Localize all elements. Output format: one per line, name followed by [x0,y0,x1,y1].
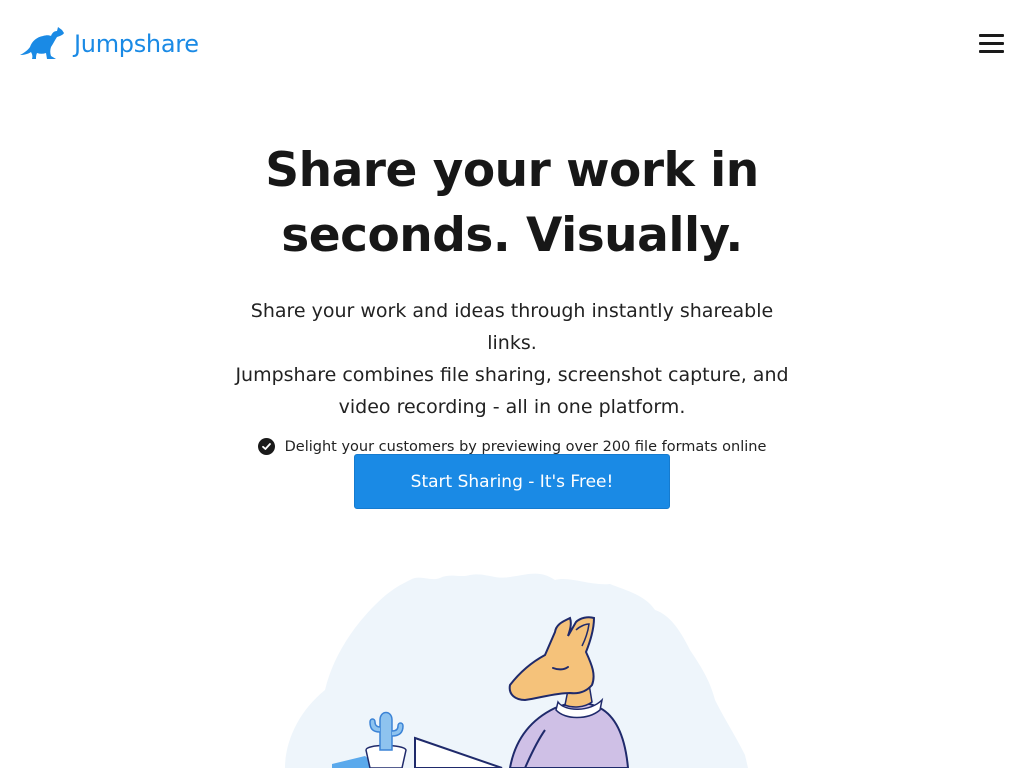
kangaroo-illustration [285,573,748,768]
hero-title: Share your work in seconds. Visually. [232,138,792,268]
check-circle-icon [257,438,275,455]
brand-name: Jumpshare [74,30,199,58]
hero-subtitle-line-2: Jumpshare combines file sharing, screens… [235,364,789,386]
hero-title-line-1: Share your work in [265,143,759,198]
hero-title-line-2: seconds. Visually. [281,208,743,263]
hero-subtitle-line-3: video recording - all in one platform. [338,396,686,418]
hero-subtitle: Share your work and ideas through instan… [232,295,792,423]
site-header: Jumpshare [0,0,1024,90]
kangaroo-icon [20,27,64,59]
hero-section: Share your work in seconds. Visually. Sh… [0,138,1024,455]
hamburger-menu-icon[interactable] [974,28,1008,58]
hero-subtitle-line-1: Share your work and ideas through instan… [250,300,774,354]
feature-text: Delight your customers by previewing ove… [284,438,767,455]
feature-bullet: Delight your customers by previewing ove… [0,438,1024,455]
hero-illustration [270,560,770,768]
jumpshare-logo[interactable]: Jumpshare [18,26,199,62]
start-sharing-button[interactable]: Start Sharing - It's Free! [354,454,670,509]
illustration-background [285,573,748,768]
